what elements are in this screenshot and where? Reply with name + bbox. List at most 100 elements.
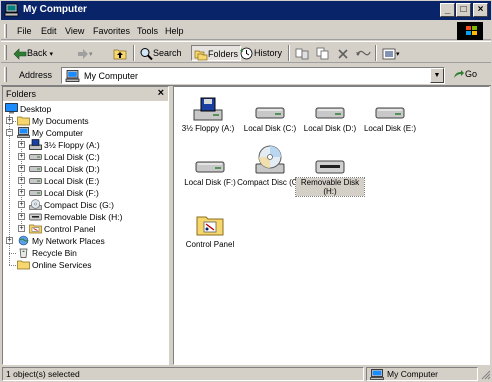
computer-icon [370,369,384,380]
tree-label: Online Services [32,260,92,270]
back-dropdown-icon[interactable]: ▾ [50,51,54,58]
views-dropdown-icon[interactable]: ▾ [396,51,400,58]
folders-pane-header: Folders × [3,87,168,101]
tree-expander[interactable]: + [6,117,13,124]
search-label: Search [153,48,182,58]
tree-expander[interactable]: + [18,177,25,184]
delete-button[interactable] [337,45,349,61]
toolbar-separator [133,45,135,61]
tree-item-desktop[interactable]: Desktop [5,103,51,115]
address-value: My Computer [84,71,139,81]
tree-item-floppy-a[interactable]: 3½ Floppy (A:) [29,139,100,151]
drive-item-local-disk-c[interactable]: Local Disk (C:) [236,91,304,133]
move-to-button[interactable] [295,45,309,61]
control-panel-icon [29,224,42,234]
folders-button[interactable]: Folders [191,45,242,61]
menu-favorites[interactable]: Favorites [93,26,130,36]
toolbar-grip[interactable] [4,45,7,60]
recycle-bin-icon [19,248,28,258]
tree-item-local-disk-c[interactable]: Local Disk (C:) [29,151,100,163]
tree-item-online-services[interactable]: Online Services [17,259,92,271]
tree-expander[interactable]: + [18,141,25,148]
tree-item-my-network-places[interactable]: My Network Places [17,235,105,247]
drive-item-local-disk-e[interactable]: Local Disk (E:) [356,91,424,133]
resize-grip-icon[interactable] [480,369,491,380]
tree-item-control-panel[interactable]: Control Panel [29,223,96,235]
go-button[interactable]: Go [453,69,477,80]
folders-pane-title: Folders [6,89,37,99]
up-button[interactable] [113,45,127,61]
menu-bar: File Edit View Favorites Tools Help [1,21,491,40]
search-button[interactable]: Search [139,45,182,61]
explorer-window: My Computer _ □ × File Edit View Favorit… [0,0,492,382]
address-label: Address [19,70,53,80]
computer-icon [17,127,30,138]
standard-toolbar: Back ▾ ▾ Search Folders History ▾ [1,41,491,63]
tree-item-removable-disk-h[interactable]: Removable Disk (H:) [29,211,122,223]
folders-pane-close-button[interactable]: × [158,87,164,99]
tree-expander[interactable]: + [18,165,25,172]
cd-icon [255,145,285,174]
forward-button[interactable]: ▾ [77,45,93,61]
back-button[interactable]: Back ▾ [13,45,53,61]
disk-icon [315,107,345,119]
address-input[interactable]: My Computer ▼ [61,67,445,84]
folders-pane: Folders × Desktop + My Documents − My Co… [2,86,169,365]
title-bar[interactable]: My Computer _ □ × [1,1,491,20]
tree-item-compact-disc-g[interactable]: Compact Disc (G:) [29,199,114,211]
status-zone: My Computer [366,367,478,381]
tree-expander[interactable]: + [18,189,25,196]
tree-item-local-disk-e[interactable]: Local Disk (E:) [29,175,99,187]
disk-icon [255,107,285,119]
status-selection-count: 1 object(s) selected [2,367,364,381]
tree-label: My Computer [32,128,84,138]
tree-expander[interactable]: − [6,129,13,136]
maximize-button[interactable]: □ [456,3,471,17]
tree-item-local-disk-f[interactable]: Local Disk (F:) [29,187,99,199]
move-to-icon [295,48,309,60]
menu-bar-grip[interactable] [4,24,7,38]
tree-label: My Documents [32,116,89,126]
menu-edit[interactable]: Edit [41,26,57,36]
menu-help[interactable]: Help [165,26,184,36]
tree-label: Recycle Bin [32,248,77,258]
history-button[interactable]: History [239,45,282,61]
minimize-button[interactable]: _ [440,3,455,17]
tree-line [9,253,16,254]
menu-view[interactable]: View [65,26,84,36]
drive-item-local-disk-f[interactable]: Local Disk (F:) [176,145,244,187]
tree-expander[interactable]: + [18,201,25,208]
copy-to-button[interactable] [316,45,330,61]
tree-expander[interactable]: + [6,237,13,244]
disk-icon [29,190,42,196]
history-icon [240,47,253,60]
disk-icon [195,161,225,173]
tree-expander[interactable]: + [18,213,25,220]
address-dropdown-button[interactable]: ▼ [430,68,444,83]
close-button[interactable]: × [473,3,488,17]
folder-icon [17,260,30,270]
tree-expander[interactable]: + [18,153,25,160]
menu-file[interactable]: File [17,26,32,36]
forward-dropdown-icon[interactable]: ▾ [89,51,93,58]
drive-item-local-disk-d[interactable]: Local Disk (D:) [296,91,364,133]
disk-icon [375,107,405,119]
views-button[interactable]: ▾ [382,45,400,61]
undo-button[interactable] [355,45,371,61]
item-label: Compact Disc (G:) [237,178,303,187]
tree-item-recycle-bin[interactable]: Recycle Bin [17,247,77,259]
forward-arrow-icon [78,48,88,59]
desktop-icon [5,103,18,114]
tree-label: Removable Disk (H:) [44,212,123,222]
tree-item-my-computer[interactable]: My Computer [17,127,83,139]
drive-item-floppy-a[interactable]: 3½ Floppy (A:) [174,91,242,133]
folder-item-control-panel[interactable]: Control Panel [176,207,244,249]
drive-item-compact-disc-g[interactable]: Compact Disc (G:) [236,145,304,187]
drive-item-removable-disk-h[interactable]: Removable Disk (H:) [295,145,365,197]
address-bar: Address My Computer ▼ Go [1,64,491,86]
address-bar-grip[interactable] [4,67,7,82]
tree-item-local-disk-d[interactable]: Local Disk (D:) [29,163,100,175]
tree-expander[interactable]: + [18,225,25,232]
menu-tools[interactable]: Tools [137,26,158,36]
tree-item-my-documents[interactable]: My Documents [17,115,89,127]
